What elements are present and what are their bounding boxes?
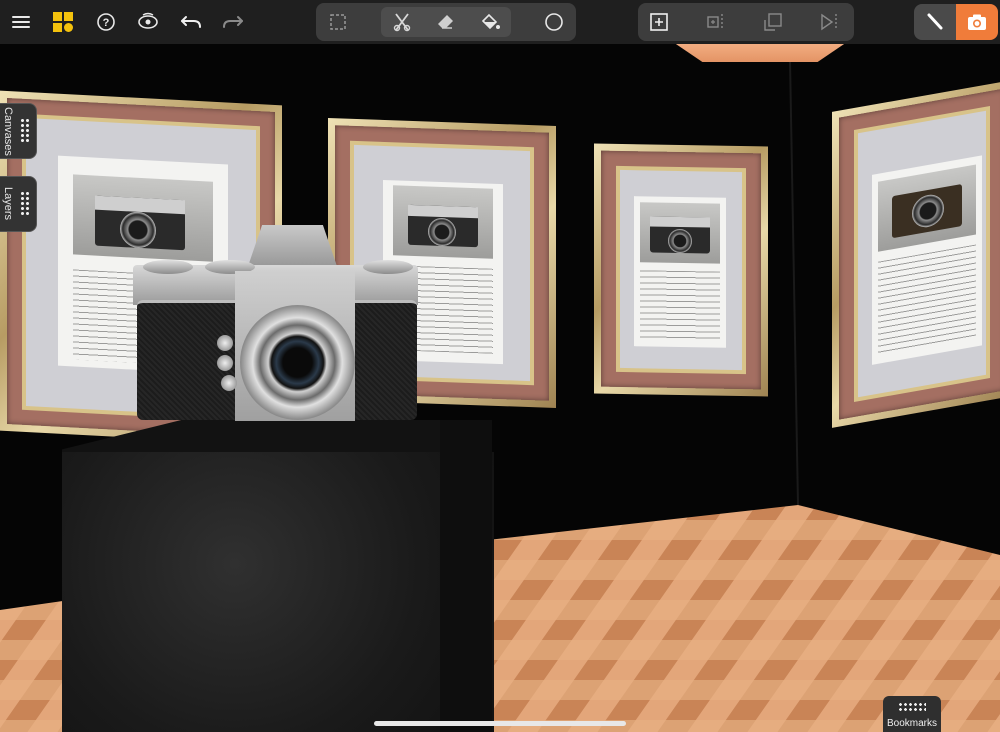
camera-mode-button[interactable] — [956, 4, 998, 40]
home-indicator[interactable] — [374, 721, 626, 726]
menu-icon[interactable] — [5, 6, 37, 38]
drag-grip-icon — [20, 191, 30, 217]
3d-viewport[interactable] — [0, 0, 1000, 732]
svg-text:?: ? — [103, 17, 110, 29]
layers-tab[interactable]: Layers — [0, 176, 37, 232]
fill-icon[interactable] — [474, 6, 506, 38]
align-icon[interactable] — [700, 6, 732, 38]
brush-icon — [927, 13, 943, 30]
bookmarks-button[interactable]: Bookmarks — [883, 696, 941, 732]
camera-model[interactable] — [125, 225, 420, 425]
app-window: ? Canvases Layers Bookmarks — [0, 0, 1000, 732]
undo-icon[interactable] — [175, 6, 207, 38]
framed-print-3[interactable] — [594, 143, 768, 397]
drag-grip-icon — [20, 118, 30, 144]
canvases-tab[interactable]: Canvases — [0, 103, 37, 159]
layers-tab-label: Layers — [2, 187, 14, 221]
move-icon[interactable] — [757, 6, 789, 38]
top-toolbar: ? — [0, 0, 1000, 44]
gallery-icon[interactable] — [47, 6, 79, 38]
selection-icon[interactable] — [322, 6, 354, 38]
framed-print-4[interactable] — [832, 80, 1000, 428]
cut-icon[interactable] — [386, 6, 418, 38]
help-icon[interactable]: ? — [90, 6, 122, 38]
add-plane-icon[interactable] — [643, 6, 675, 38]
pedestal[interactable] — [62, 452, 494, 732]
eraser-icon[interactable] — [430, 6, 462, 38]
brush-mode-button[interactable] — [914, 4, 956, 40]
canvases-tab-label: Canvases — [2, 106, 14, 156]
bookmarks-label: Bookmarks — [886, 718, 937, 729]
mirror-icon[interactable] — [814, 6, 846, 38]
view-icon[interactable] — [132, 6, 164, 38]
shape-icon[interactable] — [538, 6, 570, 38]
redo-icon[interactable] — [217, 6, 249, 38]
camera-icon — [968, 14, 986, 30]
pedestal-side — [440, 420, 492, 732]
bookmarks-grid-icon — [898, 702, 926, 712]
